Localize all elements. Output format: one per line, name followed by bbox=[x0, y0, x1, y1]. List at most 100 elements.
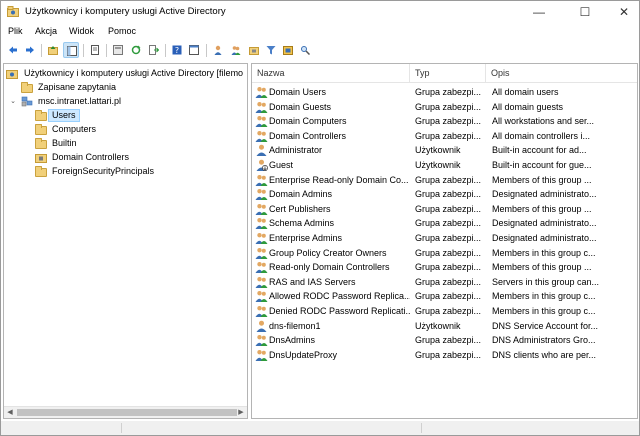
tree-item-domain[interactable]: ⌄ msc.intranet.lattari.pl bbox=[6, 95, 124, 108]
show-console-tree-button[interactable] bbox=[63, 42, 79, 58]
menu-widok[interactable]: Widok bbox=[69, 26, 94, 36]
column-header-description[interactable]: Opis bbox=[486, 64, 637, 83]
details-pane: Nazwa Typ Opis Domain Users Grupa zabezpi… bbox=[251, 63, 638, 419]
horizontal-scrollbar[interactable]: ◀ ▶ bbox=[4, 406, 247, 418]
help-button[interactable]: ? bbox=[169, 42, 185, 58]
export-list-button[interactable] bbox=[146, 42, 162, 58]
group-icon bbox=[255, 334, 268, 347]
folder-icon bbox=[35, 124, 47, 135]
tree-item-domain-controllers[interactable]: Domain Controllers bbox=[20, 151, 132, 164]
list-item[interactable]: Domain Admins Grupa zabezpi... Designated … bbox=[252, 187, 637, 202]
folder-icon bbox=[35, 138, 47, 149]
new-user-icon bbox=[214, 45, 222, 55]
back-button[interactable] bbox=[5, 42, 21, 58]
menu-plik[interactable]: Plik bbox=[8, 26, 23, 36]
list-item[interactable]: Denied RODC Password Replicati... Grupa z… bbox=[252, 304, 637, 319]
list-item[interactable]: Domain Guests Grupa zabezpi... All domain … bbox=[252, 100, 637, 115]
list-item[interactable]: Schema Admins Grupa zabezpi... Designated … bbox=[252, 216, 637, 231]
list-item-description: Members in this group c... bbox=[492, 247, 596, 258]
list-item-name: Domain Guests bbox=[269, 101, 332, 112]
tree-item-label: Builtin bbox=[52, 138, 77, 148]
properties-button[interactable] bbox=[110, 42, 126, 58]
menu-pomoc[interactable]: Pomoc bbox=[108, 26, 136, 36]
list-item-name: Administrator bbox=[269, 145, 323, 156]
add-to-group-button[interactable] bbox=[280, 42, 296, 58]
list-item[interactable]: Group Policy Creator Owners Grupa zabezpi… bbox=[252, 246, 637, 261]
new-ou-button[interactable] bbox=[246, 42, 262, 58]
list-item[interactable]: Administrator Użytkownik Built-in account … bbox=[252, 143, 637, 158]
list-item[interactable]: Read-only Domain Controllers Grupa zabezp… bbox=[252, 260, 637, 275]
list-item-name: Denied RODC Password Replicati... bbox=[269, 305, 410, 316]
console-button[interactable] bbox=[186, 42, 202, 58]
list-item[interactable]: Cert Publishers Grupa zabezpi... Members o… bbox=[252, 202, 637, 217]
list-item-description: All workstations and ser... bbox=[492, 116, 595, 127]
list-item-type: Grupa zabezpi... bbox=[415, 232, 482, 243]
new-group-button[interactable] bbox=[228, 42, 244, 58]
user-icon bbox=[255, 144, 268, 157]
list-item-type: Grupa zabezpi... bbox=[415, 276, 482, 287]
menu-akcja[interactable]: Akcja bbox=[35, 26, 57, 36]
domain-icon bbox=[21, 96, 33, 107]
new-user-button[interactable] bbox=[210, 42, 226, 58]
list-item[interactable]: Guest Użytkownik Built-in account for gue.… bbox=[252, 158, 637, 173]
chevron-down-icon[interactable]: ⌄ bbox=[9, 95, 17, 108]
list-item-name: Cert Publishers bbox=[269, 203, 331, 214]
scroll-right-icon[interactable]: ▶ bbox=[235, 407, 247, 418]
user-icon bbox=[255, 320, 268, 332]
forward-button[interactable] bbox=[22, 42, 38, 58]
tree-item-builtin[interactable]: Builtin bbox=[20, 137, 80, 150]
list-item-name: Allowed RODC Password Replica... bbox=[269, 291, 410, 302]
list-item-type: Grupa zabezpi... bbox=[415, 349, 482, 360]
list-item-type: Użytkownik bbox=[415, 145, 461, 156]
tree-item-label: ForeignSecurityPrincipals bbox=[52, 166, 155, 176]
list-item[interactable]: dns-filemon1 Użytkownik DNS Service Accoun… bbox=[252, 319, 637, 334]
maximize-button[interactable]: ☐ bbox=[565, 1, 605, 23]
list-item[interactable]: Domain Users Grupa zabezpi... All domain u… bbox=[252, 85, 637, 100]
list-item[interactable]: Enterprise Admins Grupa zabezpi... Designa… bbox=[252, 231, 637, 246]
toolbar: ? bbox=[1, 41, 639, 61]
list-item[interactable]: Allowed RODC Password Replica... Grupa za… bbox=[252, 289, 637, 304]
group-icon bbox=[255, 261, 268, 274]
copy-button[interactable] bbox=[87, 42, 103, 58]
list-item-description: Built-in account for gue... bbox=[492, 159, 592, 170]
tree-item-computers[interactable]: Computers bbox=[20, 123, 99, 136]
filter-button[interactable] bbox=[263, 42, 279, 58]
list-item-description: Built-in account for ad... bbox=[492, 145, 587, 156]
find-button[interactable] bbox=[297, 42, 313, 58]
tree-item-foreign-security-principals[interactable]: ForeignSecurityPrincipals bbox=[20, 165, 157, 178]
properties-icon bbox=[113, 45, 123, 55]
up-folder-button[interactable] bbox=[45, 42, 61, 58]
tree-item-saved-queries[interactable]: Zapisane zapytania bbox=[6, 81, 119, 94]
minimize-button[interactable]: — bbox=[519, 1, 559, 23]
toolbar-separator bbox=[41, 44, 42, 57]
tree-root[interactable]: Użytkownicy i komputery usługi Active Di… bbox=[6, 67, 246, 80]
tree-item-label: Domain Controllers bbox=[52, 152, 130, 162]
list-item[interactable]: Domain Computers Grupa zabezpi... All work… bbox=[252, 114, 637, 129]
list-item[interactable]: DnsAdmins Grupa zabezpi... DNS Administrat… bbox=[252, 333, 637, 348]
scroll-left-icon[interactable]: ◀ bbox=[4, 407, 16, 418]
list-item-name: Group Policy Creator Owners bbox=[269, 247, 387, 258]
tree-root-label: Użytkownicy i komputery usługi Active Di… bbox=[24, 68, 244, 78]
list-item[interactable]: Enterprise Read-only Domain Co... Grupa z… bbox=[252, 173, 637, 188]
list-item[interactable]: Domain Controllers Grupa zabezpi... All do… bbox=[252, 129, 637, 144]
list-item[interactable]: RAS and IAS Servers Grupa zabezpi... Serve… bbox=[252, 275, 637, 290]
tree-item-users[interactable]: Users bbox=[20, 109, 80, 122]
list-item-description: Designated administrato... bbox=[492, 189, 597, 200]
refresh-icon bbox=[131, 45, 141, 55]
refresh-button[interactable] bbox=[128, 42, 144, 58]
folder-icon bbox=[21, 82, 33, 93]
close-button[interactable]: ✕ bbox=[604, 1, 640, 23]
list-item-description: Members of this group ... bbox=[492, 174, 592, 185]
list-header: Nazwa Typ Opis bbox=[252, 64, 637, 83]
group-icon bbox=[255, 276, 268, 288]
list-item[interactable]: DnsUpdateProxy Grupa zabezpi... DNS client… bbox=[252, 348, 637, 363]
scrollbar-thumb[interactable] bbox=[17, 409, 237, 416]
group-icon bbox=[255, 247, 268, 259]
group-icon bbox=[255, 217, 268, 230]
list-item-name: DnsUpdateProxy bbox=[269, 349, 338, 360]
list-item-type: Grupa zabezpi... bbox=[415, 174, 482, 185]
column-header-type[interactable]: Typ bbox=[410, 64, 486, 83]
column-header-name[interactable]: Nazwa bbox=[252, 64, 410, 83]
list-item-description: DNS clients who are per... bbox=[492, 349, 597, 360]
toolbar-separator bbox=[83, 44, 84, 57]
